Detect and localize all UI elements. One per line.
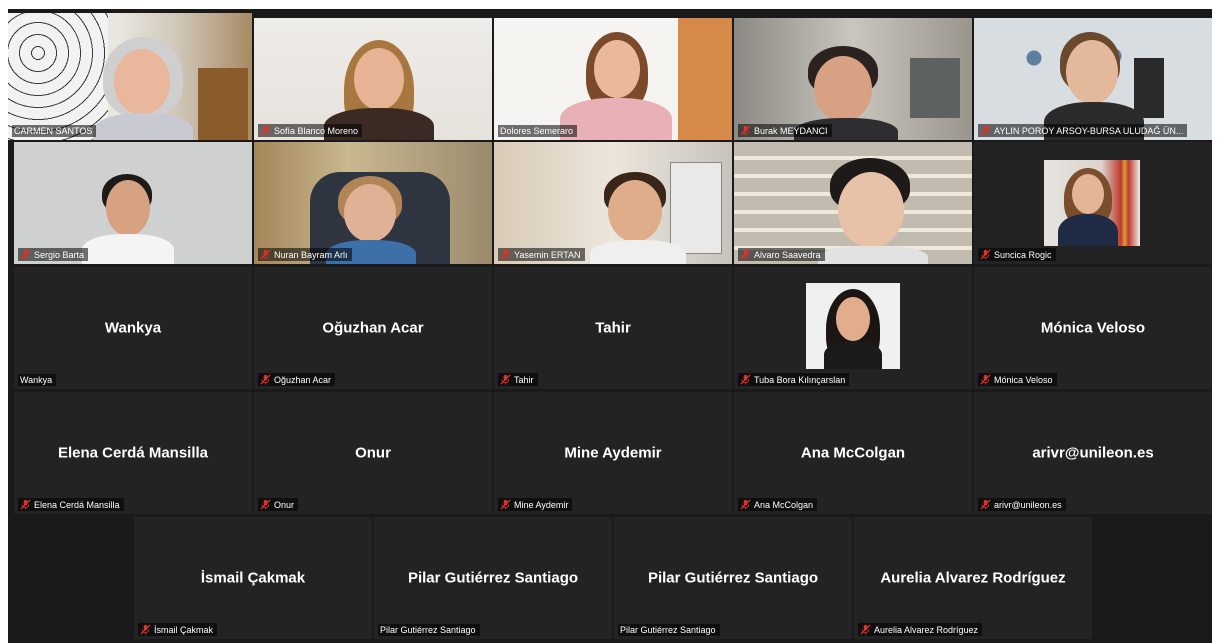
participant-name-label: Tahir (498, 373, 538, 386)
participant-name-label: Aurelia Alvarez Rodríguez (858, 623, 983, 636)
participant-display-name: Wankya (104, 319, 162, 337)
microphone-muted-icon (740, 499, 751, 510)
participant-display-name: Oğuzhan Acar (322, 319, 424, 337)
participant-name-label: Pilar Gutiérrez Santiago (378, 624, 480, 636)
participant-display-name: Pilar Gutiérrez Santiago (647, 569, 819, 587)
participant-name-label: Suncica Rogic (978, 248, 1056, 261)
name-tile-arivr[interactable]: arivr@unileon.es arivr@unileon.es (974, 392, 1212, 514)
participant-display-name: Mine Aydemir (564, 444, 662, 462)
participant-name-label: Yasemin ERTAN (498, 248, 585, 261)
participant-video (254, 142, 492, 264)
microphone-muted-icon (860, 624, 871, 635)
participant-name-label: Dolores Semeraro (498, 125, 578, 137)
participant-video (14, 142, 252, 264)
participant-name-label: AYLIN POROY ARSOY-BURSA ULUDAĞ ÜN... (978, 124, 1188, 137)
participant-display-name: arivr@unileon.es (1032, 444, 1154, 462)
participant-photo (1044, 160, 1140, 246)
name-tile-ismail[interactable]: İsmail Çakmak İsmail Çakmak (134, 517, 372, 639)
microphone-muted-icon (260, 374, 271, 385)
participant-name-label: Mine Aydemir (498, 498, 573, 511)
microphone-muted-icon (980, 499, 991, 510)
video-tile-sergio[interactable]: Sergio Barta (14, 142, 252, 264)
participant-name-label: Pilar Gutiérrez Santiago (618, 624, 720, 636)
participant-video (8, 13, 252, 140)
participant-name-label: CARMEN SANTOS (12, 125, 97, 137)
participant-display-name: Aurelia Alvarez Rodríguez (880, 569, 1066, 587)
video-tile-dolores[interactable]: Dolores Semeraro (494, 18, 732, 140)
video-tile-alvaro[interactable]: Alvaro Saavedra (734, 142, 972, 264)
participant-display-name: Ana McColgan (800, 444, 906, 462)
participant-video (494, 18, 732, 140)
microphone-muted-icon (980, 374, 991, 385)
video-tile-yasemin[interactable]: Yasemin ERTAN (494, 142, 732, 264)
video-tile-suncica[interactable]: Suncica Rogic (974, 142, 1212, 264)
name-tile-ana[interactable]: Ana McColgan Ana McColgan (734, 392, 972, 514)
name-tile-oguzhan[interactable]: Oğuzhan Acar Oğuzhan Acar (254, 267, 492, 389)
name-tile-aurelia[interactable]: Aurelia Alvarez Rodríguez Aurelia Alvare… (854, 517, 1092, 639)
participant-photo (806, 283, 900, 369)
microphone-muted-icon (140, 624, 151, 635)
microphone-muted-icon (20, 249, 31, 260)
participant-display-name: Elena Cerdá Mansilla (57, 444, 209, 462)
participant-video (734, 18, 972, 140)
participant-name-label: Sergio Barta (18, 248, 89, 261)
participant-video (734, 142, 972, 264)
participant-name-label: Sofía Blanco Moreno (258, 124, 363, 137)
name-tile-wankya[interactable]: Wankya Wankya (14, 267, 252, 389)
participant-name-label: Alvaro Saavedra (738, 248, 825, 261)
video-tile-burak[interactable]: Burak MEYDANCI (734, 18, 972, 140)
microphone-muted-icon (740, 125, 751, 136)
microphone-muted-icon (260, 249, 271, 260)
microphone-muted-icon (740, 249, 751, 260)
video-tile-sofia[interactable]: Sofía Blanco Moreno (254, 18, 492, 140)
participant-name-label: arivr@unileon.es (978, 498, 1066, 511)
participant-name-label: Elena Cerdá Mansilla (18, 498, 124, 511)
participant-display-name: Pilar Gutiérrez Santiago (407, 569, 579, 587)
participant-video (974, 142, 1212, 264)
name-tile-onur[interactable]: Onur Onur (254, 392, 492, 514)
participant-video (254, 18, 492, 140)
microphone-muted-icon (740, 374, 751, 385)
video-tile-aylin[interactable]: AYLIN POROY ARSOY-BURSA ULUDAĞ ÜN... (974, 18, 1212, 140)
name-tile-monica[interactable]: Mónica Veloso Mónica Veloso (974, 267, 1212, 389)
name-tile-pilar-2[interactable]: Pilar Gutiérrez Santiago Pilar Gutiérrez… (614, 517, 852, 639)
microphone-muted-icon (20, 499, 31, 510)
name-tile-mine[interactable]: Mine Aydemir Mine Aydemir (494, 392, 732, 514)
participant-display-name: Tahir (595, 319, 631, 337)
participant-name-label: Nuran Bayram Arlı (258, 248, 352, 261)
participant-name-label: Onur (258, 498, 299, 511)
photo-tile-tuba[interactable]: Tuba Bora Kılınçarslan (734, 267, 972, 389)
microphone-muted-icon (980, 125, 991, 136)
meeting-gallery: CARMEN SANTOS Sofía Blanco Moreno Dolore… (8, 9, 1212, 643)
microphone-muted-icon (980, 249, 991, 260)
microphone-muted-icon (500, 249, 511, 260)
participant-display-name: Onur (355, 444, 391, 462)
name-tile-elena[interactable]: Elena Cerdá Mansilla Elena Cerdá Mansill… (14, 392, 252, 514)
microphone-muted-icon (500, 374, 511, 385)
microphone-muted-icon (500, 499, 511, 510)
participant-video (974, 18, 1212, 140)
participant-name-label: Ana McColgan (738, 498, 818, 511)
name-tile-tahir[interactable]: Tahir Tahir (494, 267, 732, 389)
participant-name-label: Mónica Veloso (978, 373, 1057, 386)
participant-name-label: Tuba Bora Kılınçarslan (738, 373, 850, 386)
participant-video (494, 142, 732, 264)
name-tile-pilar-1[interactable]: Pilar Gutiérrez Santiago Pilar Gutiérrez… (374, 517, 612, 639)
participant-name-label: Burak MEYDANCI (738, 124, 832, 137)
participant-display-name: Mónica Veloso (1040, 319, 1146, 337)
participant-name-label: Wankya (18, 374, 57, 386)
video-tile-carmen[interactable]: CARMEN SANTOS (8, 13, 252, 140)
participant-display-name: İsmail Çakmak (200, 569, 306, 587)
participant-name-label: İsmail Çakmak (138, 623, 218, 636)
participant-name-label: Oğuzhan Acar (258, 373, 336, 386)
video-tile-nuran[interactable]: Nuran Bayram Arlı (254, 142, 492, 264)
microphone-muted-icon (260, 499, 271, 510)
microphone-muted-icon (260, 125, 271, 136)
